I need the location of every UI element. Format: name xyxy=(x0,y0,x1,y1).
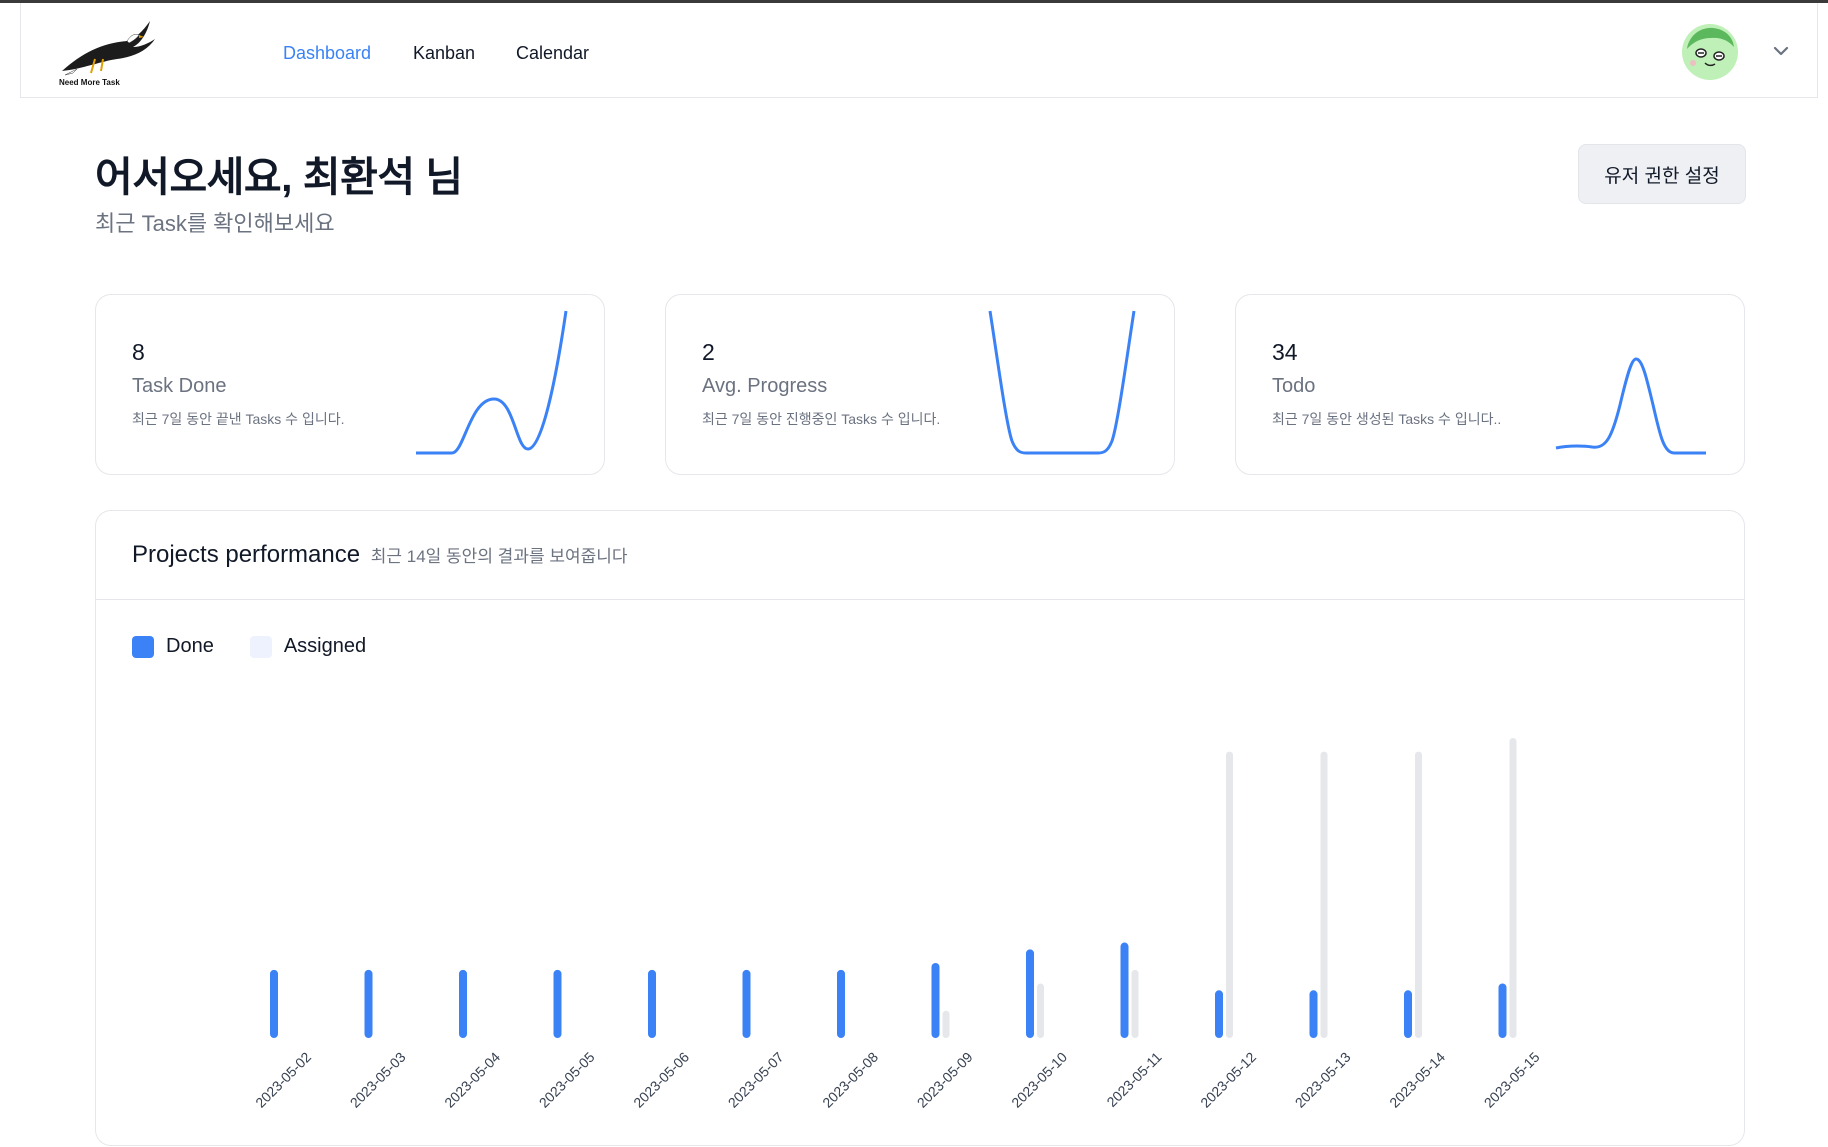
bar-done-2023-05-10[interactable] xyxy=(1026,949,1034,1038)
x-tick-label: 2023-05-10 xyxy=(1008,1049,1070,1111)
logo-text: Need More Task xyxy=(59,78,120,87)
x-tick-label: 2023-05-12 xyxy=(1197,1049,1259,1111)
bar-done-2023-05-02[interactable] xyxy=(270,969,278,1038)
bar-assigned-2023-05-09[interactable] xyxy=(942,1010,950,1038)
nav-calendar[interactable]: Calendar xyxy=(516,43,589,64)
x-tick-label: 2023-05-06 xyxy=(630,1049,692,1111)
bar-done-2023-05-06[interactable] xyxy=(648,969,656,1038)
stat-card-task-done: 8 Task Done 최근 7일 동안 끝낸 Tasks 수 입니다. xyxy=(95,294,605,475)
bar-done-2023-05-04[interactable] xyxy=(459,969,467,1038)
bar-done-2023-05-05[interactable] xyxy=(553,969,562,1038)
nav-dashboard[interactable]: Dashboard xyxy=(283,43,371,64)
stat-value: 34 xyxy=(1272,339,1298,365)
x-tick-label: 2023-05-03 xyxy=(347,1049,409,1111)
performance-bar-chart: 2023-05-02 2023-05-03 2023-05-04 2023-05-05… xyxy=(252,738,1543,1111)
bar-assigned-2023-05-12[interactable] xyxy=(1226,751,1233,1038)
x-tick-label: 2023-05-08 xyxy=(819,1049,881,1111)
nav-kanban[interactable]: Kanban xyxy=(413,43,475,64)
bar-assigned-2023-05-14[interactable] xyxy=(1415,751,1422,1038)
bar-done-2023-05-09[interactable] xyxy=(931,963,940,1038)
x-tick-label: 2023-05-14 xyxy=(1386,1049,1448,1111)
bar-done-2023-05-11[interactable] xyxy=(1120,942,1129,1038)
x-tick-label: 2023-05-02 xyxy=(252,1049,314,1111)
projects-performance-card: Projects performance 최근 14일 동안의 결과를 보여줍니… xyxy=(95,510,1745,1146)
sparkline-avg-progress xyxy=(988,310,1136,455)
user-permission-settings-button[interactable]: 유저 권한 설정 xyxy=(1578,144,1746,204)
stat-card-avg-progress: 2 Avg. Progress 최근 7일 동안 진행중인 Tasks 수 입니… xyxy=(665,294,1175,475)
x-tick-label: 2023-05-07 xyxy=(725,1049,787,1111)
bar-assigned-2023-05-13[interactable] xyxy=(1320,751,1328,1038)
bar-done-2023-05-13[interactable] xyxy=(1309,990,1318,1038)
stat-description: 최근 7일 동안 진행중인 Tasks 수 입니다. xyxy=(702,411,941,427)
bar-done-2023-05-03[interactable] xyxy=(364,969,373,1038)
user-avatar[interactable] xyxy=(1681,23,1739,81)
chevron-down-icon[interactable] xyxy=(1771,41,1791,61)
x-tick-label: 2023-05-13 xyxy=(1292,1049,1354,1111)
bar-done-2023-05-15[interactable] xyxy=(1498,983,1507,1038)
x-tick-label: 2023-05-15 xyxy=(1481,1049,1543,1111)
stat-description: 최근 7일 동안 생성된 Tasks 수 입니다.. xyxy=(1272,411,1502,427)
sparkline-task-done xyxy=(416,310,568,455)
stat-value: 8 xyxy=(132,339,145,365)
top-navbar: Need More Task Dashboard Kanban Calendar xyxy=(20,3,1818,98)
stat-label: Todo xyxy=(1272,375,1316,397)
stat-value: 2 xyxy=(702,339,715,365)
stat-label: Avg. Progress xyxy=(702,375,828,397)
x-tick-label: 2023-05-09 xyxy=(914,1049,976,1111)
x-tick-label: 2023-05-04 xyxy=(441,1049,503,1111)
bar-done-2023-05-12[interactable] xyxy=(1215,990,1223,1038)
x-tick-label: 2023-05-11 xyxy=(1103,1049,1164,1110)
bar-assigned-2023-05-11[interactable] xyxy=(1131,969,1139,1038)
bar-done-2023-05-07[interactable] xyxy=(742,969,751,1038)
bar-assigned-2023-05-15[interactable] xyxy=(1509,738,1517,1038)
page-title: 어서오세요, 최환석 님 xyxy=(95,154,463,200)
stat-card-todo: 34 Todo 최근 7일 동안 생성된 Tasks 수 입니다.. xyxy=(1235,294,1745,475)
bar-done-2023-05-14[interactable] xyxy=(1404,990,1412,1038)
stat-label: Task Done xyxy=(132,375,227,397)
bar-done-2023-05-08[interactable] xyxy=(837,969,845,1038)
page-subtitle: 최근 Task를 확인해보세요 xyxy=(95,211,335,236)
sparkline-todo xyxy=(1555,357,1706,455)
bar-assigned-2023-05-10[interactable] xyxy=(1037,983,1044,1038)
x-tick-label: 2023-05-05 xyxy=(536,1049,598,1111)
stat-description: 최근 7일 동안 끝낸 Tasks 수 입니다. xyxy=(132,411,345,427)
